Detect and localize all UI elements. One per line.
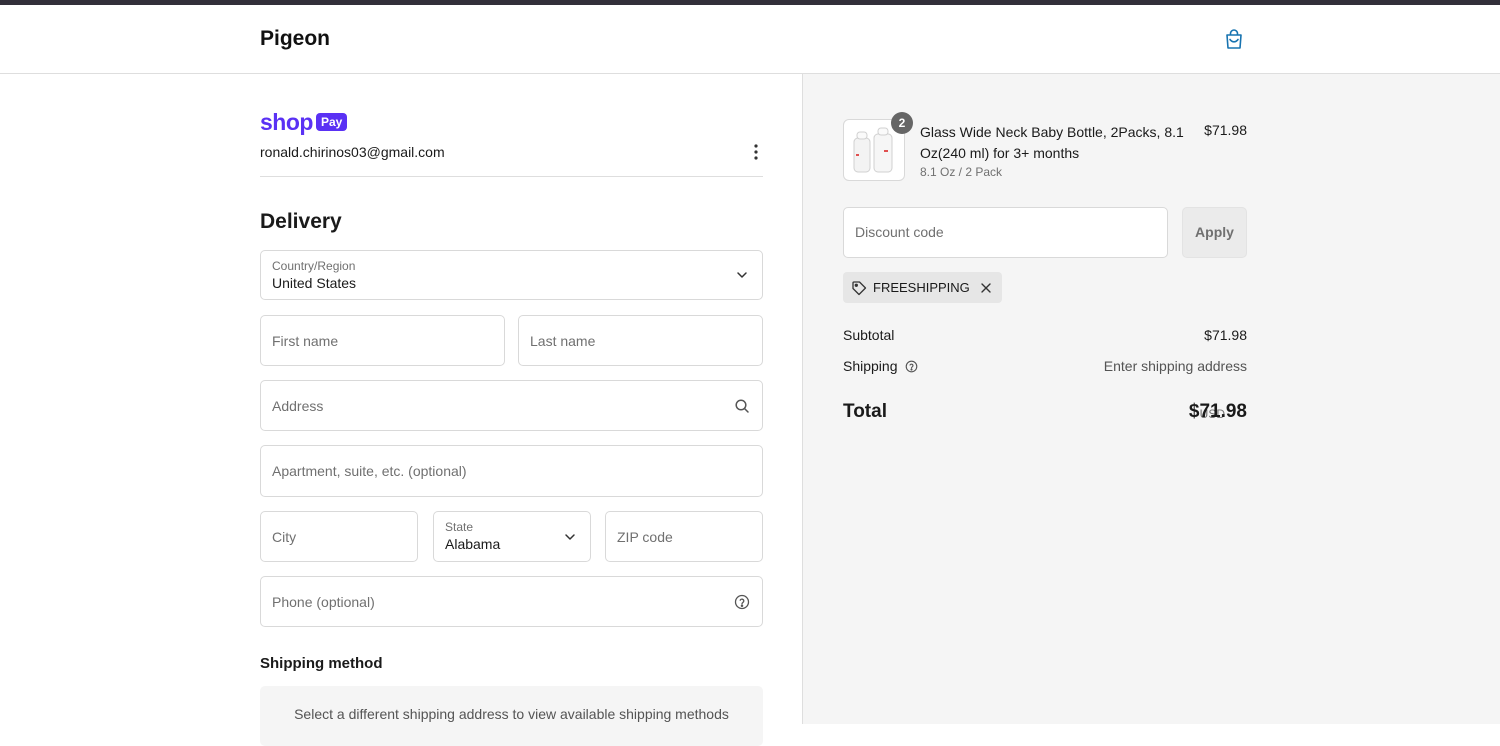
tag-icon (852, 280, 867, 295)
delivery-heading: Delivery (260, 210, 342, 233)
product-name: Glass Wide Neck Baby Bottle, 2Packs, 8.1… (920, 124, 1184, 161)
shop-pay-logo[interactable]: shop Pay (260, 108, 348, 135)
shipping-method-heading: Shipping method (260, 655, 383, 672)
chevron-down-icon (737, 272, 747, 278)
search-icon (735, 398, 749, 413)
first-name-field[interactable]: First name (260, 315, 505, 366)
discount-code-label: FREESHIPPING (873, 280, 970, 295)
phone-field[interactable]: Phone (optional) (260, 576, 763, 627)
shipping-label: Shipping (843, 358, 898, 374)
phone-placeholder: Phone (optional) (272, 593, 375, 610)
state-label: State (445, 520, 474, 534)
account-email: ronald.chirinos03@gmail.com (260, 144, 445, 160)
total-amount: $71.98 (1188, 401, 1247, 422)
subtotal-label: Subtotal (843, 327, 895, 343)
shipping-method-message: Select a different shipping address to v… (294, 706, 729, 722)
divider (260, 176, 763, 177)
discount-code-input[interactable]: Discount code (843, 207, 1168, 258)
city-field[interactable]: City (260, 511, 418, 562)
store-logo[interactable]: Pigeon (260, 27, 330, 51)
zip-code-placeholder: ZIP code (617, 528, 673, 545)
city-placeholder: City (272, 528, 297, 545)
checkout-form-panel: shop Pay ronald.chirinos03@gmail.com Del… (0, 74, 802, 746)
remove-discount-icon[interactable] (980, 282, 992, 294)
help-circle-icon[interactable] (905, 360, 918, 373)
shopping-bag-icon[interactable] (1222, 27, 1246, 51)
discount-code-placeholder: Discount code (855, 224, 944, 240)
country-value: United States (272, 275, 357, 291)
state-select[interactable]: State Alabama (433, 511, 591, 562)
shop-pay-wordmark: shop (260, 108, 313, 135)
first-name-placeholder: First name (272, 332, 339, 349)
state-value: Alabama (445, 536, 501, 552)
address-placeholder: Address (272, 397, 324, 414)
total-label: Total (843, 401, 887, 422)
subtotal-row: Subtotal $71.98 (843, 327, 1247, 343)
last-name-field[interactable]: Last name (518, 315, 763, 366)
site-header: Pigeon (0, 5, 1500, 74)
chevron-down-icon (565, 533, 575, 540)
apartment-placeholder: Apartment, suite, etc. (optional) (272, 463, 467, 479)
subtotal-value: $71.98 (1204, 327, 1247, 343)
country-select[interactable]: Country/Region United States (260, 250, 763, 300)
apartment-field[interactable]: Apartment, suite, etc. (optional) (260, 445, 763, 497)
shipping-value: Enter shipping address (1103, 358, 1247, 374)
country-label: Country/Region (272, 259, 356, 273)
address-field[interactable]: Address (260, 380, 763, 431)
last-name-placeholder: Last name (530, 332, 596, 349)
shipping-row: Shipping Enter shipping address (843, 358, 1247, 374)
apply-discount-button[interactable]: Apply (1182, 207, 1247, 258)
shipping-method-notice: Select a different shipping address to v… (260, 686, 763, 746)
product-variant: 8.1 Oz / 2 Pack (920, 165, 1003, 179)
zip-code-field[interactable]: ZIP code (605, 511, 763, 562)
help-circle-icon[interactable] (734, 594, 750, 610)
shop-pay-badge: Pay (315, 113, 348, 131)
order-summary-panel: 2 Glass Wide Neck Baby Bottle, 2Packs, 8… (802, 74, 1500, 724)
quantity-badge: 2 (891, 112, 913, 134)
product-price: $71.98 (1204, 122, 1247, 138)
applied-discount-tag: FREESHIPPING (843, 272, 1002, 303)
kebab-menu-icon[interactable] (748, 142, 764, 162)
